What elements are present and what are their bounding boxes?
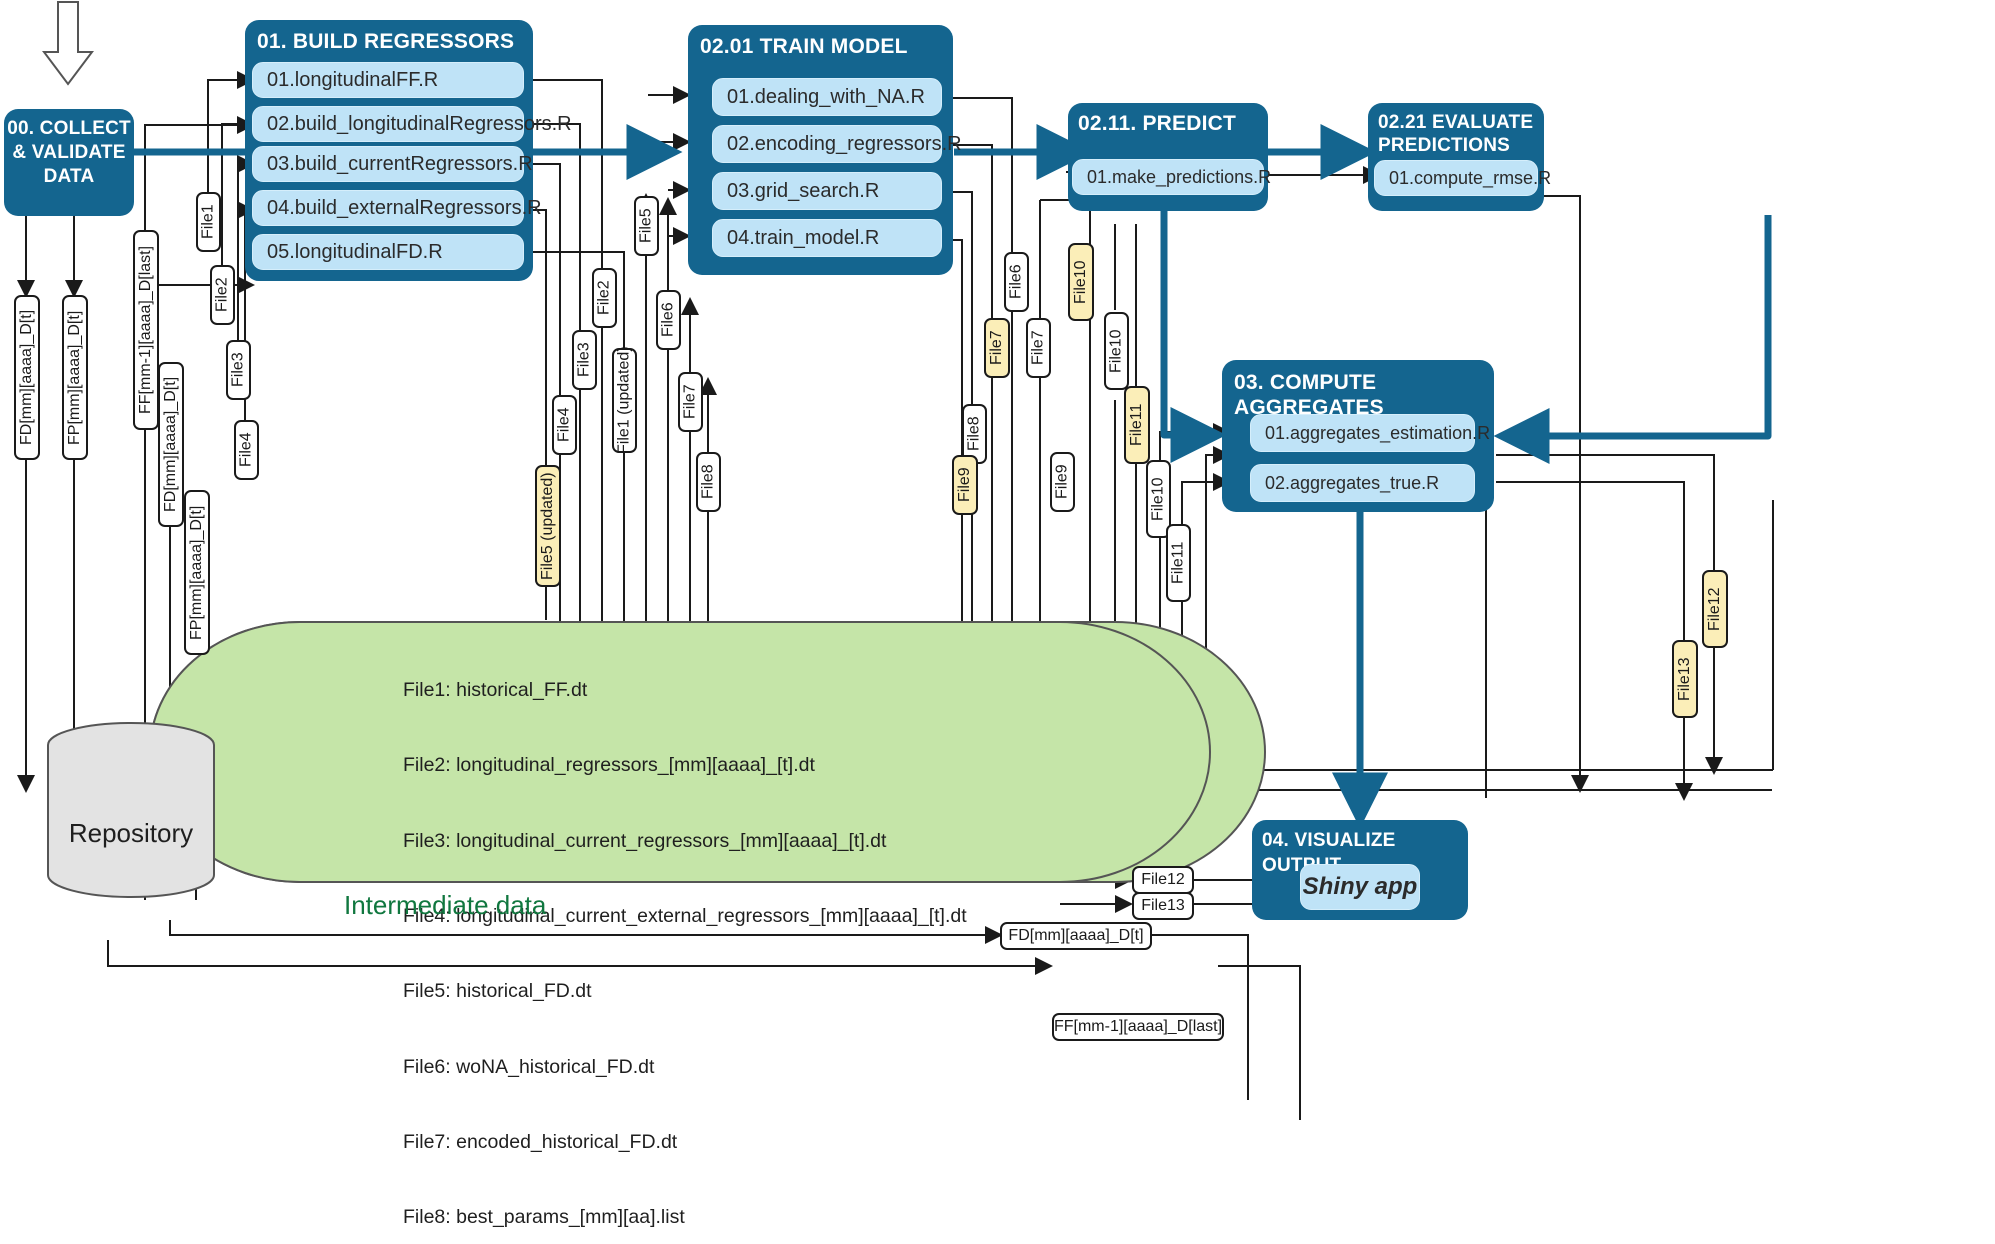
edge-label-fp-t-a: FP[mm][aaaa]_D[t]	[62, 295, 88, 460]
edge-label-fd-bottom: FD[mm][aaaa]_D[t]	[1000, 922, 1152, 950]
edge-pill-file12-bottom: File12	[1132, 866, 1194, 894]
edge-label-fp-t-b: FP[mm][aaaa]_D[t]	[184, 490, 210, 655]
file-list-item: File2: longitudinal_regressors_[mm][aaaa…	[403, 754, 815, 777]
stage-title-line: DATA	[43, 166, 95, 187]
file-list-item: File5: historical_FD.dt	[403, 980, 592, 1003]
repository-label: Repository	[68, 818, 194, 848]
stage-title: 03. COMPUTE AGGREGATES	[1234, 371, 1384, 419]
edge-pill-file13-bottom: File13	[1132, 892, 1194, 920]
edge-pill-file11-highlight: File11	[1124, 386, 1150, 464]
edge-pill-file7-highlight: File7	[984, 318, 1010, 378]
file-list-item: File8: best_params_[mm][aa].list	[403, 1206, 685, 1229]
edge-pill-file8-a: File8	[696, 452, 721, 512]
edge-pill-file10-a: File10	[1104, 312, 1129, 390]
script-01-dealing-with-na[interactable]: 01.dealing_with_NA.R	[712, 78, 942, 116]
edge-pill-file2-a: File2	[210, 265, 235, 325]
edge-pill-file6-b: File6	[1004, 252, 1029, 312]
script-04-build-external-regressors[interactable]: 04.build_externalRegressors.R	[252, 190, 542, 226]
stage-title: 01. BUILD REGRESSORS	[257, 30, 515, 53]
edge-pill-file4-a: File4	[234, 420, 259, 480]
edge-pill-file9-b: File9	[1050, 452, 1075, 512]
edge-pill-file5-b: File5	[634, 196, 659, 256]
edge-pill-file9-highlight: File9	[952, 455, 978, 515]
edge-pill-file10-highlight: File10	[1068, 243, 1094, 321]
script-01-compute-rmse[interactable]: 01.compute_rmse.R	[1374, 160, 1551, 196]
file-list-item: File3: longitudinal_current_regressors_[…	[403, 829, 887, 852]
edge-label-ff-last: FF[mm-1][aaaa]_D[last]	[133, 230, 159, 430]
edge-pill-file5-updated: File5 (updated)	[535, 465, 561, 587]
script-04-train-model[interactable]: 04.train_model.R	[712, 219, 942, 257]
stage-collect-validate-data[interactable]: 00. COLLECT & VALIDATE DATA	[4, 109, 134, 216]
edge-pill-file7-a: File7	[678, 372, 703, 432]
intermediate-file-list: File1: historical_FF.dt File2: longitudi…	[403, 628, 1103, 1244]
edge-label-ff-bottom: FF[mm-1][aaaa]_D[last]	[1052, 1013, 1224, 1041]
edge-pill-file4-b: File4	[552, 395, 577, 455]
script-02-encoding-regressors[interactable]: 02.encoding_regressors.R	[712, 125, 962, 163]
script-01-longitudinalff[interactable]: 01.longitudinalFF.R	[252, 62, 524, 98]
edge-pill-file13-vertical: File13	[1672, 640, 1698, 718]
diagram-canvas: 00. COLLECT & VALIDATE DATA 01. BUILD RE…	[0, 0, 1995, 1244]
edge-pill-file12-vertical: File12	[1702, 570, 1728, 648]
stage-title: 02.11. PREDICT	[1078, 112, 1237, 135]
stage-title: 02.01 TRAIN MODEL	[700, 35, 908, 58]
edge-pill-file1-a: File1	[196, 192, 221, 252]
edge-label-fd-t-a: FD[mm][aaaa]_D[t]	[14, 295, 40, 460]
file-list-item: File6: woNA_historical_FD.dt	[403, 1055, 655, 1078]
intermediate-data-caption: Intermediate data	[344, 890, 547, 920]
file-list-item: File1: historical_FF.dt	[403, 679, 588, 702]
edge-pill-file1-updated: File1 (updated)	[612, 347, 637, 454]
script-03-grid-search[interactable]: 03.grid_search.R	[712, 172, 942, 210]
edge-pill-file11-b: File11	[1166, 524, 1191, 602]
edge-pill-file3-b: File3	[572, 330, 597, 390]
stage-title: 00. COLLECT & VALIDATE DATA	[4, 117, 134, 189]
script-02-build-longitudinal-regressors[interactable]: 02.build_longitudinalRegressors.R	[252, 106, 572, 142]
edge-pill-file2-b: File2	[592, 268, 617, 328]
stage-title-line: 02.21 EVALUATE	[1378, 112, 1534, 133]
script-03-build-current-regressors[interactable]: 03.build_currentRegressors.R	[252, 146, 533, 182]
script-01-make-predictions[interactable]: 01.make_predictions.R	[1072, 159, 1271, 195]
edge-pill-file7-b: File7	[1026, 318, 1051, 378]
stage-title: 02.21 EVALUATE PREDICTIONS	[1378, 111, 1533, 157]
edge-pill-file3-a: File3	[226, 340, 251, 400]
edge-label-fd-t-b: FD[mm][aaaa]_D[t]	[158, 362, 184, 527]
script-02-aggregates-true[interactable]: 02.aggregates_true.R	[1250, 464, 1475, 502]
script-05-longitudinalfd[interactable]: 05.longitudinalFD.R	[252, 234, 524, 270]
script-shiny-app[interactable]: Shiny app	[1300, 864, 1420, 910]
file-list-item: File7: encoded_historical_FD.dt	[403, 1130, 678, 1153]
stage-title-line: 00. COLLECT	[7, 118, 131, 139]
edge-pill-file6-a: File6	[656, 290, 681, 350]
script-01-aggregates-estimation[interactable]: 01.aggregates_estimation.R	[1250, 414, 1490, 452]
stage-title-line: & VALIDATE	[12, 142, 126, 163]
stage-title-line: PREDICTIONS	[1378, 135, 1511, 156]
